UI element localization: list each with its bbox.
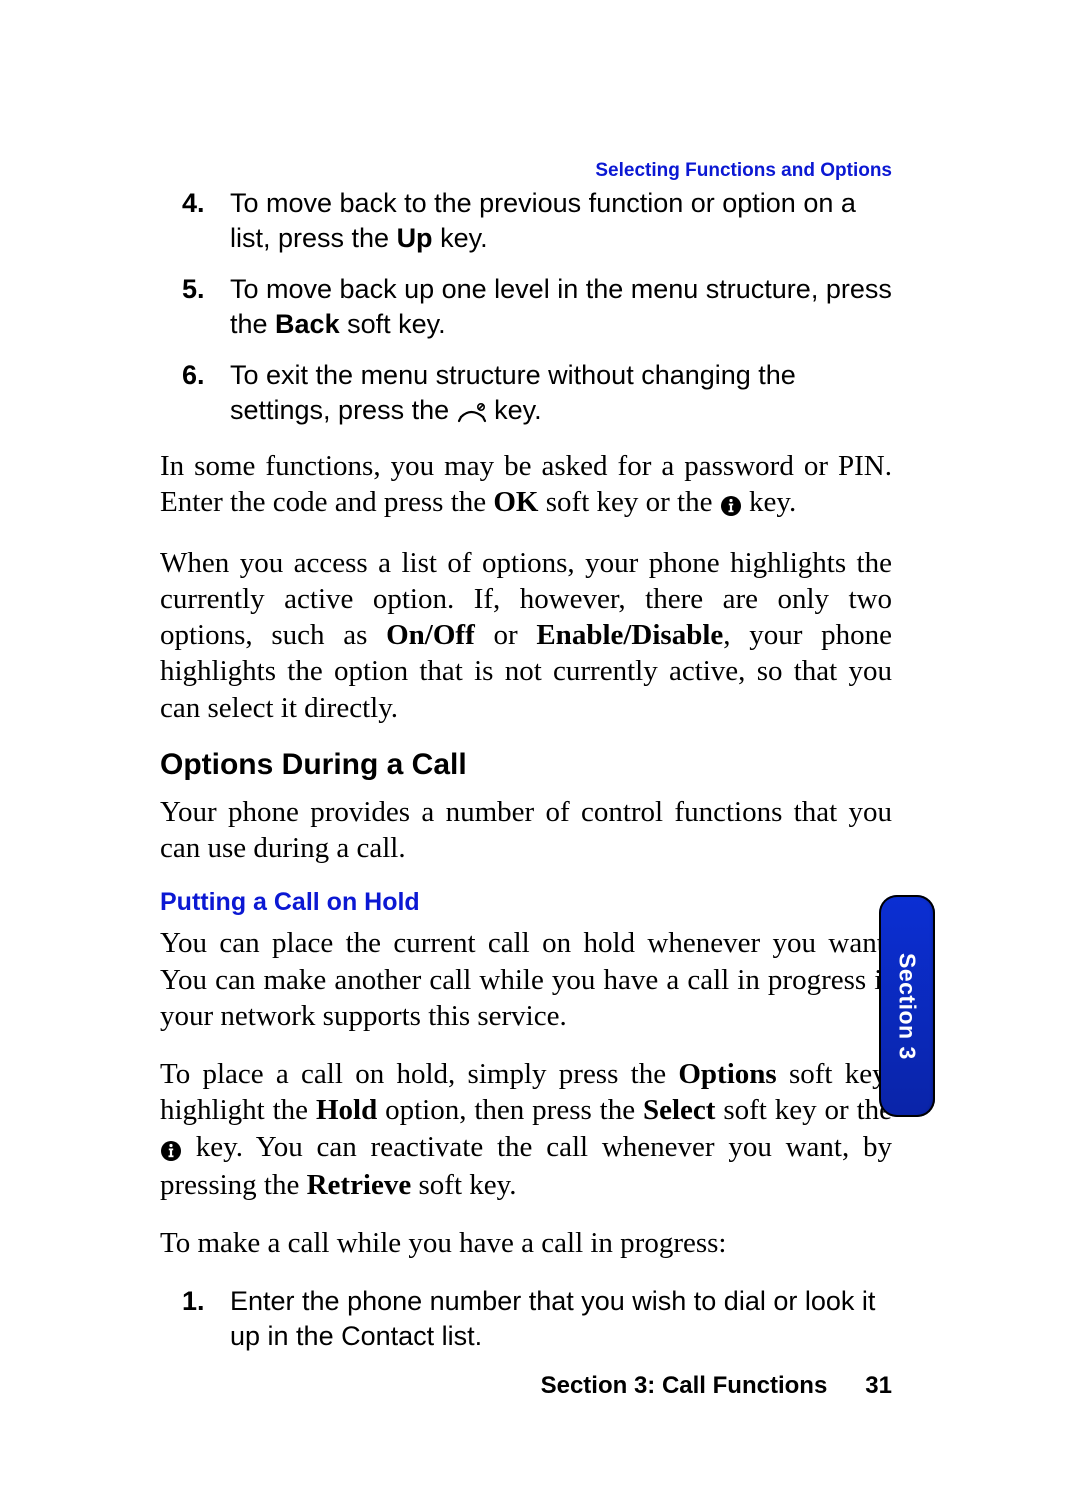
key-name: Up	[397, 223, 433, 253]
list-item: 1. Enter the phone number that you wish …	[230, 1284, 892, 1354]
body-paragraph: Your phone provides a number of control …	[160, 794, 892, 867]
end-call-icon	[457, 395, 487, 430]
list-marker: 1.	[182, 1284, 205, 1319]
option-name: Hold	[316, 1094, 377, 1126]
softkey-name: Options	[678, 1058, 776, 1090]
option-name: Enable/Disable	[536, 619, 723, 651]
numbered-list: 1. Enter the phone number that you wish …	[160, 1284, 892, 1354]
key-name: Back	[275, 309, 340, 339]
list-item: 4. To move back to the previous function…	[230, 186, 892, 256]
document-page: Selecting Functions and Options 4. To mo…	[0, 0, 1080, 1492]
list-marker: 5.	[182, 272, 205, 307]
footer-section-label: Section 3: Call Functions	[541, 1372, 828, 1399]
list-text: Enter the phone number that you wish to …	[230, 1286, 875, 1351]
key-name: OK	[493, 486, 538, 518]
body-paragraph: In some functions, you may be asked for …	[160, 448, 892, 523]
list-item: 6. To exit the menu structure without ch…	[230, 358, 892, 430]
section-tab: Section 3	[879, 895, 935, 1117]
section-tab-label: Section 3	[894, 953, 921, 1060]
info-i-icon	[160, 1131, 182, 1167]
list-text: To move back to the previous function or…	[230, 188, 856, 253]
info-i-icon	[720, 486, 742, 522]
page-content: 4. To move back to the previous function…	[160, 186, 892, 1400]
running-head: Selecting Functions and Options	[595, 160, 892, 182]
softkey-name: Retrieve	[307, 1169, 412, 1201]
footer-page-number: 31	[865, 1372, 892, 1399]
option-name: On/Off	[386, 619, 475, 651]
body-paragraph: To place a call on hold, simply press th…	[160, 1056, 892, 1203]
page-footer: Section 3: Call Functions 31	[160, 1372, 892, 1400]
heading-options-during-call: Options During a Call	[160, 748, 892, 782]
heading-putting-call-on-hold: Putting a Call on Hold	[160, 888, 892, 917]
list-marker: 4.	[182, 186, 205, 221]
list-text: To exit the menu structure without chang…	[230, 360, 796, 425]
list-marker: 6.	[182, 358, 205, 393]
list-text: To move back up one level in the menu st…	[230, 274, 892, 339]
numbered-list-continued: 4. To move back to the previous function…	[160, 186, 892, 430]
body-paragraph: To make a call while you have a call in …	[160, 1225, 892, 1261]
body-paragraph: You can place the current call on hold w…	[160, 925, 892, 1034]
list-item: 5. To move back up one level in the menu…	[230, 272, 892, 342]
softkey-name: Select	[643, 1094, 715, 1126]
body-paragraph: When you access a list of options, your …	[160, 545, 892, 726]
